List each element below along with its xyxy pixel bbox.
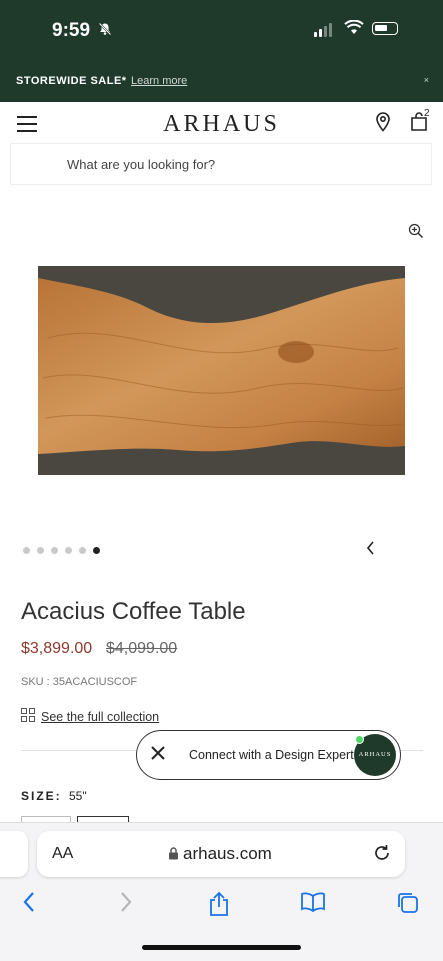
carousel-dot[interactable]: [37, 547, 44, 554]
original-price: $4,099.00: [106, 640, 178, 657]
size-value: 55": [69, 789, 87, 803]
tabs-icon[interactable]: [396, 891, 420, 920]
zoom-in-icon[interactable]: [408, 223, 424, 244]
cellular-signal-icon: [314, 23, 332, 37]
reload-icon[interactable]: [372, 843, 392, 868]
product-image[interactable]: [38, 266, 405, 475]
product-sku: SKU : 35ACACIUSCOF: [21, 676, 138, 688]
search-input[interactable]: What are you looking for?: [10, 143, 432, 185]
location-pin-icon[interactable]: [374, 112, 392, 137]
carousel-dots[interactable]: [23, 547, 100, 554]
text-size-button[interactable]: AA: [52, 845, 73, 863]
carousel-dot-active[interactable]: [93, 547, 100, 554]
wood-slab-illustration: [38, 278, 405, 454]
safari-nav-bar: [0, 891, 443, 921]
carousel-dot[interactable]: [79, 547, 86, 554]
address-bar[interactable]: AA arhaus.com: [37, 831, 405, 877]
status-bar: 9:59: [0, 0, 443, 62]
lock-icon: [168, 847, 179, 863]
chevron-left-icon[interactable]: [366, 541, 376, 560]
carousel-dot[interactable]: [23, 547, 30, 554]
size-label: SIZE:: [21, 789, 62, 803]
forward-arrow-icon[interactable]: [119, 891, 133, 918]
promo-close-button[interactable]: ×: [424, 75, 429, 85]
bookmarks-icon[interactable]: [300, 891, 326, 918]
design-expert-label: Connect with a Design Expert: [189, 748, 354, 762]
search-placeholder: What are you looking for?: [67, 157, 216, 172]
share-icon[interactable]: [208, 891, 230, 922]
promo-banner: STOREWIDE SALE* Learn more ×: [0, 62, 443, 102]
home-indicator[interactable]: [142, 945, 301, 950]
wifi-icon: [344, 19, 364, 40]
carousel-dot[interactable]: [65, 547, 72, 554]
battery-icon: [372, 22, 398, 35]
browser-toolbar: AA arhaus.com: [0, 822, 443, 961]
product-title: Acacius Coffee Table: [21, 598, 246, 625]
full-collection-link[interactable]: See the full collection: [41, 710, 159, 724]
shopping-bag-icon[interactable]: 2: [410, 108, 430, 137]
url-text: arhaus.com: [183, 844, 272, 863]
sale-price: $3,899.00: [21, 640, 93, 657]
silent-bell-icon: [98, 22, 112, 39]
online-status-dot: [355, 735, 364, 744]
close-icon[interactable]: [149, 742, 167, 768]
previous-tab-preview[interactable]: [0, 831, 28, 877]
carousel-dot[interactable]: [51, 547, 58, 554]
collection-grid-icon: [21, 708, 35, 722]
design-expert-button[interactable]: Connect with a Design Expert ARHAUS: [136, 730, 401, 780]
status-time: 9:59: [52, 20, 91, 41]
cart-count-badge: 2: [424, 108, 430, 119]
promo-title: STOREWIDE SALE*: [16, 75, 127, 87]
learn-more-link[interactable]: Learn more: [131, 75, 187, 87]
site-header: ARHAUS 2: [0, 102, 443, 144]
back-arrow-icon[interactable]: [22, 891, 36, 918]
